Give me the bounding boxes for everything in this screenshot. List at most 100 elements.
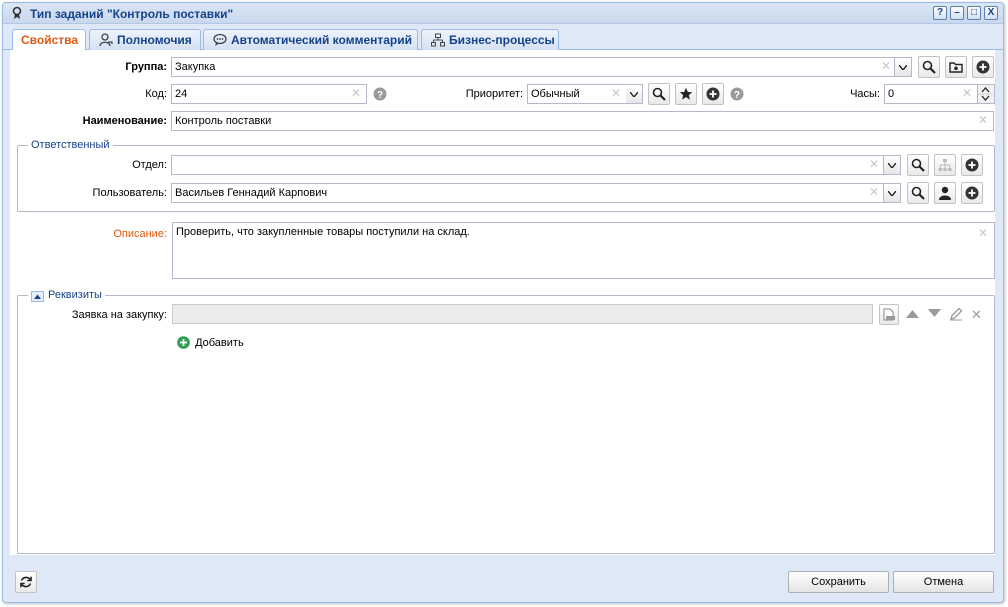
department-clear-icon[interactable]: ✕ [869, 157, 879, 171]
name-label: Наименование: [82, 115, 167, 127]
user-combobox[interactable]: Васильев Геннадий Карпович [171, 183, 884, 203]
priority-dropdown-trigger[interactable] [626, 84, 643, 104]
user-value: Васильев Геннадий Карпович [175, 187, 328, 199]
properties-panel: Группа: Закупка ✕ Код: 24 ✕ ? Приоритет:… [10, 50, 995, 555]
group-dropdown-trigger[interactable] [895, 57, 912, 77]
group-label: Группа: [125, 61, 167, 73]
priority-value: Обычный [531, 88, 580, 100]
priority-help-icon[interactable]: ? [730, 87, 744, 104]
footer-bar: Сохранить Отмена [3, 555, 1003, 602]
close-window-button[interactable]: X [984, 6, 998, 20]
window-titlebar[interactable]: Тип заданий "Контроль поставки" ? – □ X [3, 3, 1003, 24]
refresh-icon [20, 576, 32, 588]
department-add-button[interactable] [961, 154, 983, 176]
org-tree-icon [938, 159, 952, 171]
purchase-request-field[interactable] [172, 304, 873, 324]
tab-auto-comment[interactable]: Автоматический комментарий [203, 29, 418, 50]
tab-properties[interactable]: Свойства [12, 29, 86, 51]
add-requisite-label: Добавить [195, 337, 244, 349]
plus-circle-icon [706, 87, 720, 101]
user-add-button[interactable] [961, 182, 983, 204]
plus-circle-icon [965, 186, 979, 200]
refresh-button[interactable] [15, 571, 37, 593]
priority-add-button[interactable] [702, 83, 724, 105]
user-profile-button[interactable] [934, 182, 956, 204]
user-clear-icon[interactable]: ✕ [869, 185, 879, 199]
collapse-up-icon [34, 294, 41, 299]
purchase-request-select-button[interactable] [879, 304, 899, 325]
add-requisite-button[interactable]: Добавить [177, 336, 244, 352]
group-clear-icon[interactable]: ✕ [881, 59, 891, 73]
priority-label: Приоритет: [465, 88, 523, 100]
chevron-down-icon [888, 191, 896, 196]
edit-pencil-icon[interactable] [949, 307, 963, 324]
remove-icon[interactable]: ✕ [971, 307, 982, 323]
svg-text:?: ? [377, 90, 383, 101]
requisites-fieldset [17, 295, 995, 554]
user-dropdown-trigger[interactable] [884, 183, 901, 203]
code-clear-icon[interactable]: ✕ [351, 86, 361, 100]
search-icon [652, 87, 666, 101]
name-clear-icon[interactable]: ✕ [978, 113, 988, 127]
name-value: Контроль поставки [175, 115, 272, 127]
department-search-button[interactable] [907, 154, 929, 176]
code-help-icon[interactable]: ? [373, 87, 387, 104]
user-icon [939, 186, 951, 200]
code-input[interactable]: 24 [171, 84, 367, 104]
task-type-window: Тип заданий "Контроль поставки" ? – □ X … [2, 2, 1004, 603]
priority-search-button[interactable] [648, 83, 670, 105]
tab-permissions[interactable]: Полномочия [89, 29, 201, 50]
code-value: 24 [175, 88, 188, 100]
group-combobox[interactable]: Закупка [171, 57, 895, 77]
user-key-icon [99, 33, 113, 47]
spinner-arrows-icon [978, 87, 993, 101]
name-input[interactable]: Контроль поставки [171, 111, 994, 131]
maximize-window-button[interactable]: □ [967, 6, 981, 20]
hours-value: 0 [888, 88, 895, 100]
hours-spinner[interactable] [978, 84, 995, 104]
priority-clear-icon[interactable]: ✕ [611, 86, 621, 100]
move-down-icon[interactable] [928, 309, 941, 321]
group-add-button[interactable] [972, 56, 994, 78]
tab-label: Полномочия [117, 33, 192, 47]
plus-circle-green-icon [177, 336, 190, 349]
document-folder-icon [883, 308, 895, 321]
help-window-button[interactable]: ? [933, 6, 947, 20]
search-icon [911, 186, 925, 200]
hours-label: Часы: [850, 88, 880, 100]
description-value: Проверить, что закупленные товары поступ… [176, 226, 470, 238]
move-up-icon[interactable] [906, 309, 919, 321]
department-combobox[interactable] [171, 155, 884, 175]
tab-bar: Свойства Полномочия Автоматический комме… [3, 24, 1003, 51]
folder-open-icon [949, 62, 963, 73]
save-button[interactable]: Сохранить [788, 571, 889, 593]
department-tree-button[interactable] [934, 154, 956, 176]
tab-business-processes[interactable]: Бизнес-процессы [421, 29, 559, 50]
tab-label: Свойства [21, 33, 79, 47]
user-search-button[interactable] [907, 182, 929, 204]
group-open-button[interactable] [945, 56, 967, 78]
award-ribbon-icon [12, 6, 22, 23]
requisites-collapse-button[interactable] [31, 291, 44, 302]
svg-text:?: ? [734, 90, 740, 101]
tab-label: Бизнес-процессы [449, 33, 555, 47]
description-textarea[interactable]: Проверить, что закупленные товары поступ… [172, 222, 995, 279]
search-icon [922, 60, 936, 74]
search-icon [911, 158, 925, 172]
window-title: Тип заданий "Контроль поставки" [30, 7, 234, 21]
plus-circle-icon [976, 60, 990, 74]
chevron-down-icon [630, 92, 638, 97]
cancel-button[interactable]: Отмена [893, 571, 994, 593]
department-dropdown-trigger[interactable] [884, 155, 901, 175]
description-clear-icon[interactable]: ✕ [978, 226, 988, 240]
code-label: Код: [145, 88, 167, 100]
star-icon [679, 87, 693, 100]
purchase-request-label: Заявка на закупку: [71, 309, 167, 321]
group-value: Закупка [175, 61, 216, 73]
minimize-window-button[interactable]: – [950, 6, 964, 20]
hours-clear-icon[interactable]: ✕ [962, 86, 972, 100]
org-chart-icon [431, 33, 445, 47]
group-search-button[interactable] [918, 56, 940, 78]
priority-favorite-button[interactable] [675, 83, 697, 105]
chevron-down-icon [888, 163, 896, 168]
